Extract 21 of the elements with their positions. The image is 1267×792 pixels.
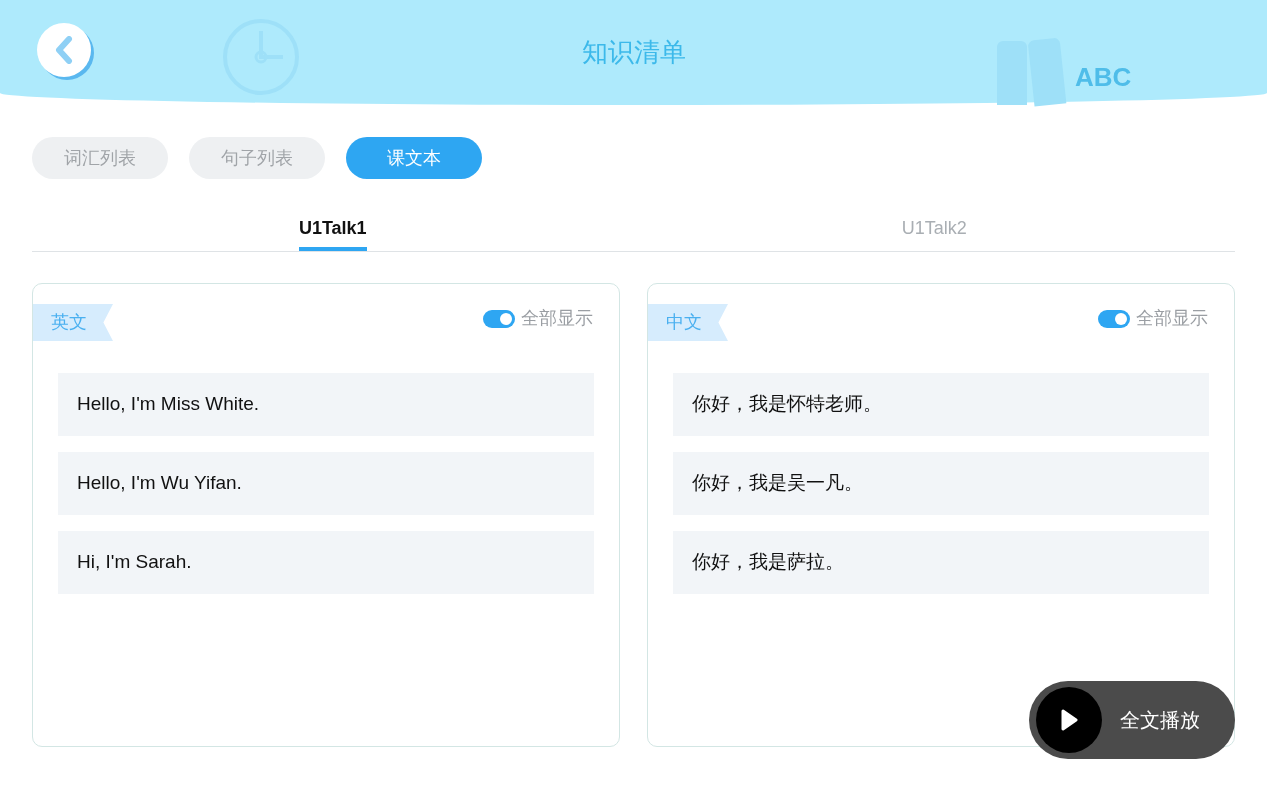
language-tag: 英文 [33,304,113,341]
abc-label: ABC [1075,61,1132,94]
sentence-row[interactable]: Hi, I'm Sarah. [58,531,594,594]
language-tag: 中文 [648,304,728,341]
lesson-tab[interactable]: U1Talk1 [32,215,634,251]
toggle-label: 全部显示 [1136,307,1208,330]
sentence-row[interactable]: Hello, I'm Miss White. [58,373,594,436]
sentence-row[interactable]: Hello, I'm Wu Yifan. [58,452,594,515]
toggle-switch[interactable] [1098,309,1130,328]
sentence-row[interactable]: 你好，我是吴一凡。 [673,452,1209,515]
play-all-button[interactable]: 全文播放 [1029,681,1235,759]
sentence-row[interactable]: 你好，我是怀特老师。 [673,373,1209,436]
page-title: 知识清单 [581,36,686,69]
toggle-switch[interactable] [483,309,515,328]
book-icon [997,41,1027,105]
back-button[interactable] [37,23,91,77]
sentence-row[interactable]: 你好，我是萨拉。 [673,531,1209,594]
toggle-label: 全部显示 [521,307,593,330]
back-icon [55,36,73,64]
book-icon [1027,37,1067,107]
play-icon [1060,709,1078,731]
